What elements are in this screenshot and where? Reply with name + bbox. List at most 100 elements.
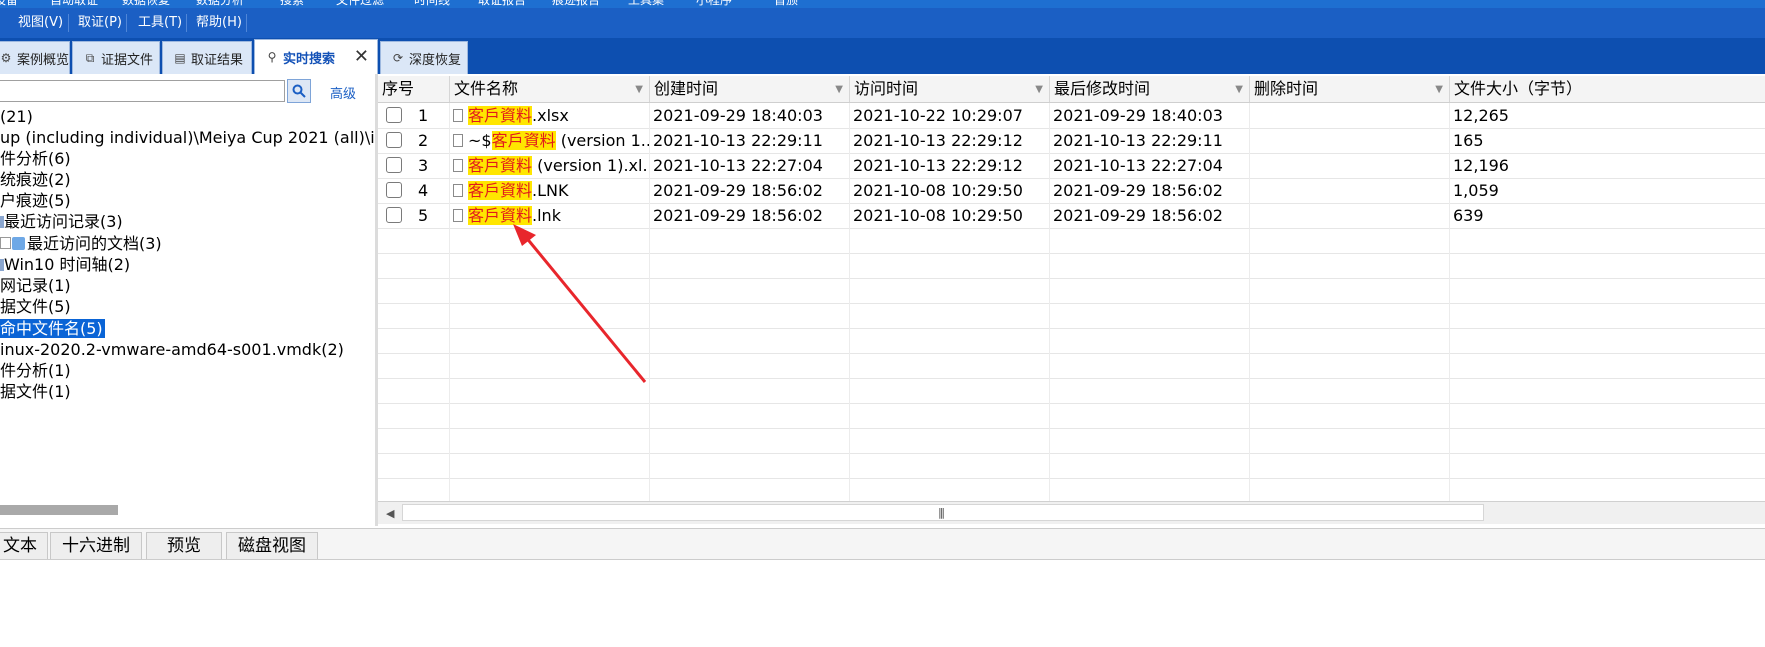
empty-cell <box>850 228 1050 253</box>
search-icon <box>292 84 306 98</box>
checkbox[interactable] <box>0 237 11 249</box>
row-checkbox[interactable] <box>386 132 402 148</box>
search-button[interactable] <box>287 79 311 103</box>
tree-scrollbar[interactable] <box>0 505 118 515</box>
empty-cell <box>450 303 650 328</box>
advanced-search-link[interactable]: 高级 <box>330 83 356 102</box>
column-header-created[interactable]: 创建时间 ▼ <box>650 76 850 102</box>
tab-deep-recovery[interactable]: ⟳ 深度恢复 <box>380 41 468 74</box>
filter-icon[interactable]: ▼ <box>1235 77 1243 102</box>
tree-item[interactable]: 最近访问记录(3) <box>0 211 123 232</box>
empty-cell <box>1050 253 1250 278</box>
top-menu-item[interactable]: 设备 <box>0 0 18 8</box>
report-icon: ▤ <box>174 51 186 65</box>
tab-text[interactable]: 文本 <box>0 532 48 559</box>
tab-realtime-search[interactable]: ⚲ 实时搜索 ✕ <box>254 39 378 74</box>
top-menu-item[interactable]: 首颁 <box>774 0 798 8</box>
empty-cell <box>450 328 650 353</box>
empty-row <box>378 428 1765 454</box>
search-input[interactable] <box>0 80 285 102</box>
tree-item[interactable]: Win10 时间轴(2) <box>0 254 130 275</box>
top-menu-item[interactable]: 小程序 <box>696 0 732 8</box>
tree-item[interactable]: 据文件(1) <box>0 381 71 402</box>
tree-item[interactable]: up (including individual)\Meiya Cup 2021… <box>0 127 375 148</box>
empty-cell <box>650 228 850 253</box>
empty-cell <box>1250 303 1450 328</box>
empty-cell <box>1450 353 1765 378</box>
close-icon[interactable]: ✕ <box>354 46 369 67</box>
row-checkbox[interactable] <box>386 157 402 173</box>
tree-item[interactable]: 件分析(1) <box>0 360 71 381</box>
menu-view[interactable]: 视图(V) <box>10 8 71 38</box>
tab-hex[interactable]: 十六进制 <box>50 532 142 559</box>
grid-horizontal-scrollbar[interactable]: ◀ ||| <box>378 501 1765 524</box>
menu-help[interactable]: 帮助(H) <box>188 8 250 38</box>
row-checkbox[interactable] <box>386 207 402 223</box>
tree-item[interactable]: 件分析(6) <box>0 148 71 169</box>
top-menu-item[interactable]: 痕迹报告 <box>552 0 600 8</box>
tree-item[interactable]: (21) <box>0 106 33 127</box>
empty-cell <box>650 303 850 328</box>
empty-cell <box>1250 353 1450 378</box>
grid-header: 序号 文件名称 ▼ 创建时间 ▼ 访问时间 ▼ 最后修改时间 ▼ 删除时间 ▼ 文件大小（… <box>378 76 1765 103</box>
tab-case-overview[interactable]: ⚙ 案例概览 <box>0 41 70 74</box>
table-row[interactable]: 2 ~$客戶資料 (version 1... 2021-10-13 22:29:11… <box>378 128 1765 154</box>
top-menu-item[interactable]: 数据分析 <box>196 0 244 8</box>
tab-disk-view[interactable]: 磁盘视图 <box>226 532 318 559</box>
column-header-accessed[interactable]: 访问时间 ▼ <box>850 76 1050 102</box>
tree-item[interactable]: inux-2020.2-vmware-amd64-s001.vmdk(2) <box>0 339 344 360</box>
deleted-time-cell <box>1250 128 1450 153</box>
empty-cell <box>650 253 850 278</box>
row-number-cell: 3 <box>378 153 450 178</box>
modified-time-cell: 2021-09-29 18:40:03 <box>1050 103 1250 128</box>
filter-icon[interactable]: ▼ <box>635 77 643 102</box>
empty-cell <box>450 353 650 378</box>
file-icon <box>453 134 463 147</box>
column-header-filename[interactable]: 文件名称 ▼ <box>450 76 650 102</box>
column-header-modified[interactable]: 最后修改时间 ▼ <box>1050 76 1250 102</box>
empty-cell <box>650 353 850 378</box>
top-menu-item[interactable]: 搜索 <box>280 0 304 8</box>
column-header-no[interactable]: 序号 <box>378 76 450 102</box>
table-row[interactable]: 5 客戶資料.lnk 2021-09-29 18:56:02 2021-10-08 1… <box>378 203 1765 229</box>
column-header-deleted[interactable]: 删除时间 ▼ <box>1250 76 1450 102</box>
empty-cell <box>450 278 650 303</box>
empty-cell <box>378 303 450 328</box>
row-number-cell: 2 <box>378 128 450 153</box>
empty-cell <box>1050 428 1250 453</box>
tab-preview[interactable]: 预览 <box>146 532 222 559</box>
filename-cell: ~$客戶資料 (version 1... <box>450 128 650 153</box>
empty-cell <box>650 403 850 428</box>
filter-icon[interactable]: ▼ <box>835 77 843 102</box>
scroll-left-icon[interactable]: ◀ <box>386 507 394 520</box>
tree-item[interactable]: 据文件(5) <box>0 296 71 317</box>
top-menu-item[interactable]: 取证报告 <box>478 0 526 8</box>
tab-evidence-files[interactable]: ⧉ 证据文件 <box>72 41 160 74</box>
filename-suffix: (version 1... <box>555 131 650 150</box>
row-number: 1 <box>418 106 429 125</box>
tree-item[interactable]: 户痕迹(5) <box>0 190 71 211</box>
top-menu-item[interactable]: 文件过滤 <box>336 0 384 8</box>
tree-item[interactable]: 网记录(1) <box>0 275 71 296</box>
menu-tools[interactable]: 工具(T) <box>130 8 190 38</box>
filter-icon[interactable]: ▼ <box>1035 77 1043 102</box>
filter-icon[interactable]: ▼ <box>1435 77 1443 102</box>
top-menu-item[interactable]: 时间线 <box>414 0 450 8</box>
table-row[interactable]: 1 客戶資料.xlsx 2021-09-29 18:40:03 2021-10-22 … <box>378 103 1765 129</box>
table-row[interactable]: 3 客戶資料 (version 1).xl... 2021-10-13 22:27:… <box>378 153 1765 179</box>
table-row[interactable]: 4 客戶資料.LNK 2021-09-29 18:56:02 2021-10-08 1… <box>378 178 1765 204</box>
top-menu-item[interactable]: 自动取证 <box>50 0 98 8</box>
tab-forensic-results[interactable]: ▤ 取证结果 <box>162 41 252 74</box>
empty-cell <box>850 403 1050 428</box>
top-menu-item[interactable]: 数据恢复 <box>122 0 170 8</box>
menu-forensics[interactable]: 取证(P) <box>70 8 130 38</box>
row-checkbox[interactable] <box>386 182 402 198</box>
column-header-size[interactable]: 文件大小（字节） <box>1450 76 1765 102</box>
tree-item[interactable]: 最近访问的文档(3) <box>0 233 162 254</box>
empty-cell <box>1450 453 1765 478</box>
tree-item[interactable]: 统痕迹(2) <box>0 169 71 190</box>
tree-item-selected[interactable]: 命中文件名(5) <box>0 318 105 339</box>
gear-icon: ⚙ <box>0 51 12 65</box>
row-checkbox[interactable] <box>386 107 402 123</box>
top-menu-item[interactable]: 工具集 <box>628 0 664 8</box>
